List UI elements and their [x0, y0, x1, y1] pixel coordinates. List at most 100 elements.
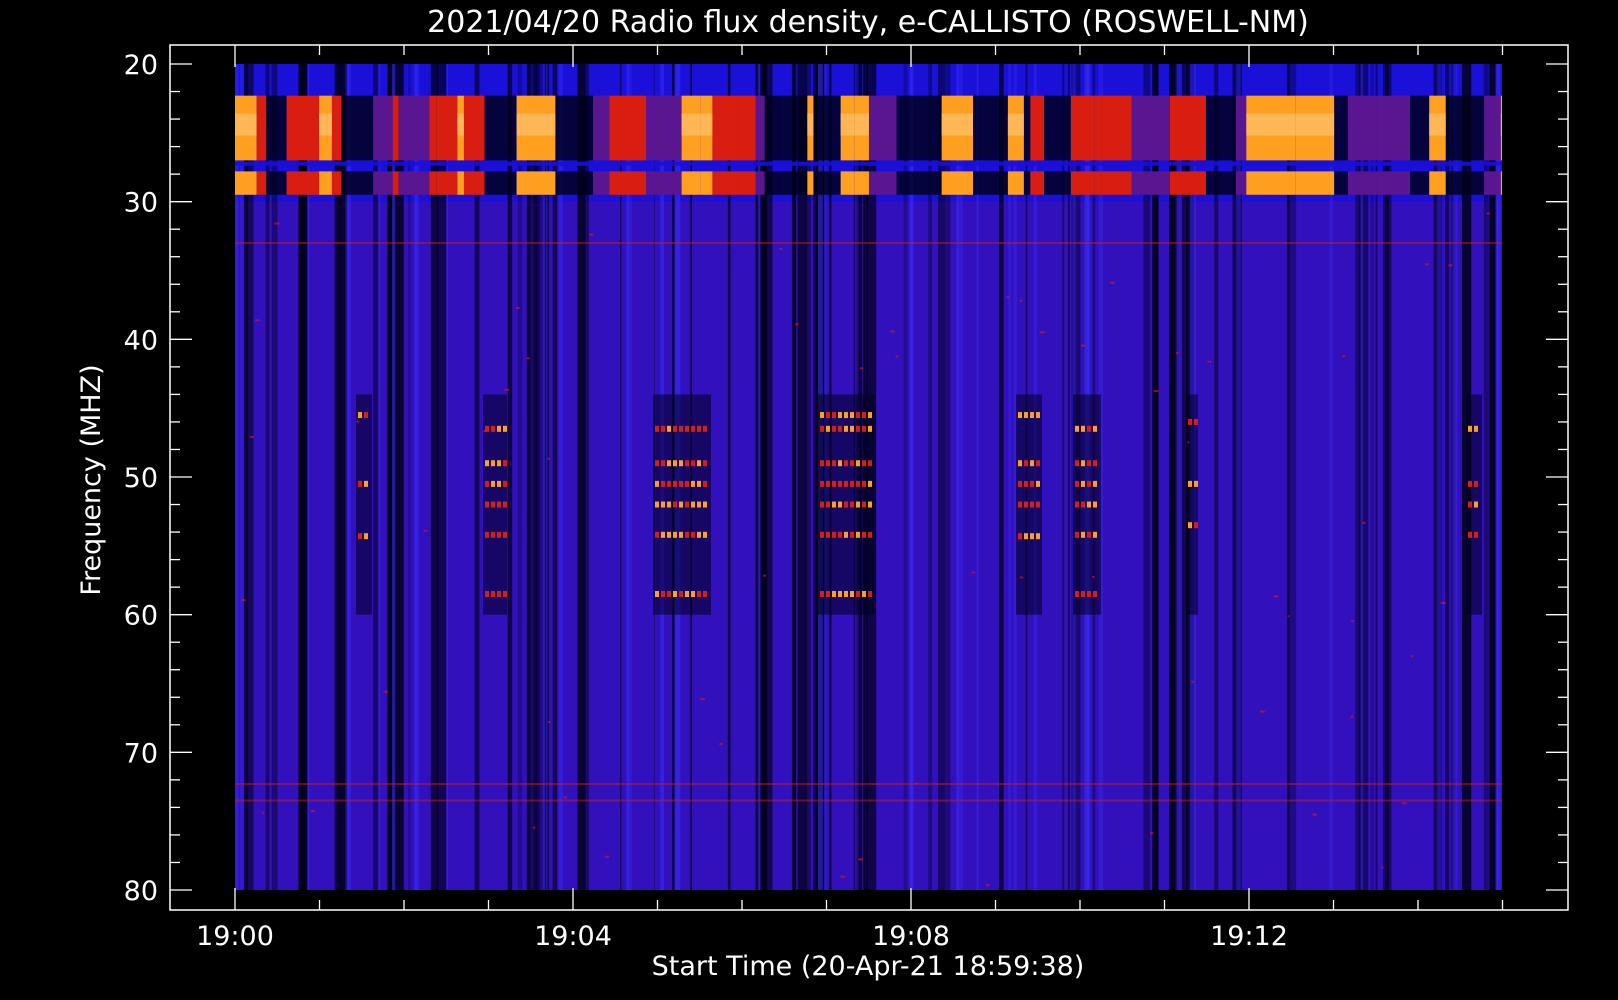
heatmap-band-cell [593, 95, 610, 161]
heatmap-burst [1081, 501, 1085, 508]
heatmap-burst [1081, 460, 1085, 467]
heatmap-burst [673, 480, 677, 487]
heatmap-burst [844, 480, 848, 487]
heatmap-burst [358, 480, 362, 487]
heatmap-band-cell [1131, 171, 1170, 195]
heatmap-burst [1024, 412, 1028, 419]
heatmap-burst [838, 460, 842, 467]
heatmap-burst [868, 425, 872, 432]
heatmap-band-cell [286, 171, 320, 195]
heatmap-burst [856, 591, 860, 598]
heatmap-burst [703, 460, 707, 467]
heatmap-burst [691, 425, 695, 432]
heatmap-burst [661, 501, 665, 508]
heatmap-band-cell [737, 95, 756, 161]
heatmap-burst [1188, 418, 1192, 425]
heatmap-band-cell [1484, 95, 1501, 161]
heatmap-band-cell [764, 95, 784, 161]
heatmap-speck [589, 233, 594, 236]
heatmap-burst [844, 412, 848, 419]
heatmap-burst [1194, 522, 1198, 529]
heatmap-burst [497, 425, 501, 432]
heatmap-band-core [1269, 113, 1296, 136]
heatmap-speck [483, 429, 487, 432]
heatmap-band-core [1295, 113, 1335, 136]
heatmap-burst [691, 460, 695, 467]
heatmap-burst [1018, 412, 1022, 419]
heatmap-band-cell [1007, 171, 1024, 195]
heatmap-burst [697, 531, 701, 538]
heatmap-band-cell [1070, 171, 1086, 195]
heatmap-burst [820, 501, 824, 508]
heatmap-band-core [235, 113, 257, 136]
heatmap-burst [1087, 501, 1091, 508]
heatmap-burst [1036, 533, 1040, 540]
heatmap-burst [691, 531, 695, 538]
heatmap-band-cell [681, 171, 701, 195]
heatmap-band-cell [319, 171, 332, 195]
heatmap-speck [504, 388, 510, 391]
heatmap-band-cell [463, 171, 485, 195]
x-tick-label: 19:00 [196, 921, 274, 952]
heatmap-band-cell [941, 171, 974, 195]
heatmap-burst [1075, 480, 1079, 487]
heatmap-speck [1019, 299, 1022, 302]
heatmap-band-cell [1269, 171, 1296, 195]
heatmap-burst [1018, 460, 1022, 467]
heatmap-burst [832, 501, 836, 508]
heatmap-speck [1411, 655, 1414, 658]
heatmap-band-cell [1205, 95, 1236, 161]
heatmap-burst [868, 501, 872, 508]
heatmap-burst [832, 480, 836, 487]
heatmap-band-cell [1348, 171, 1377, 195]
heatmap-band-cell [1376, 95, 1411, 161]
heatmap-band-cell [931, 171, 942, 195]
heatmap-speck [1260, 710, 1265, 713]
heatmap-burst [661, 531, 665, 538]
heatmap-band-cell [1410, 95, 1430, 161]
heatmap-burst [685, 591, 689, 598]
heatmap-burst [485, 460, 489, 467]
heatmap-burst [838, 591, 842, 598]
heatmap-band-cell [266, 95, 287, 161]
heatmap-burst [679, 501, 683, 508]
heatmap-band-cell [1500, 171, 1502, 195]
heatmap-band-cell [341, 95, 374, 161]
heatmap-burst [697, 460, 701, 467]
heatmap-band-cell [1131, 95, 1170, 161]
heatmap-speck [719, 743, 723, 746]
heatmap-band-cell [1348, 95, 1377, 161]
heatmap-hline [235, 782, 1502, 785]
heatmap-band-cell [712, 95, 738, 161]
heatmap-speck [1187, 441, 1190, 444]
heatmap-band-cell [1376, 171, 1411, 195]
heatmap-burst [673, 531, 677, 538]
heatmap-band-cell [609, 95, 647, 161]
heatmap-burst [1474, 501, 1478, 508]
heatmap-band-cell [1235, 95, 1247, 161]
heatmap-band-cell [1023, 95, 1031, 161]
heatmap-speck [383, 690, 388, 693]
heatmap-burst [497, 460, 501, 467]
heatmap-burst [856, 531, 860, 538]
heatmap-speck [840, 875, 846, 878]
heatmap-burst [850, 460, 854, 467]
heatmap-band-cell [1044, 171, 1071, 195]
heatmap-burst [1036, 412, 1040, 419]
heatmap-band-cell [484, 171, 517, 195]
heatmap-speck [858, 858, 863, 861]
heatmap-speck [1350, 715, 1354, 718]
heatmap-speck [1109, 281, 1115, 284]
heatmap-burst [1024, 501, 1028, 508]
heatmap-speck [262, 811, 265, 814]
heatmap-burst [503, 480, 507, 487]
heatmap-band-cell [392, 95, 399, 161]
heatmap-burst [820, 480, 824, 487]
heatmap-burst [850, 425, 854, 432]
heatmap-burst [703, 531, 707, 538]
heatmap-band-cell [807, 171, 814, 195]
heatmap-burst [685, 480, 689, 487]
heatmap-speck [1448, 264, 1453, 267]
heatmap-band-cell [1094, 95, 1102, 161]
heatmap-band-cell [646, 95, 682, 161]
